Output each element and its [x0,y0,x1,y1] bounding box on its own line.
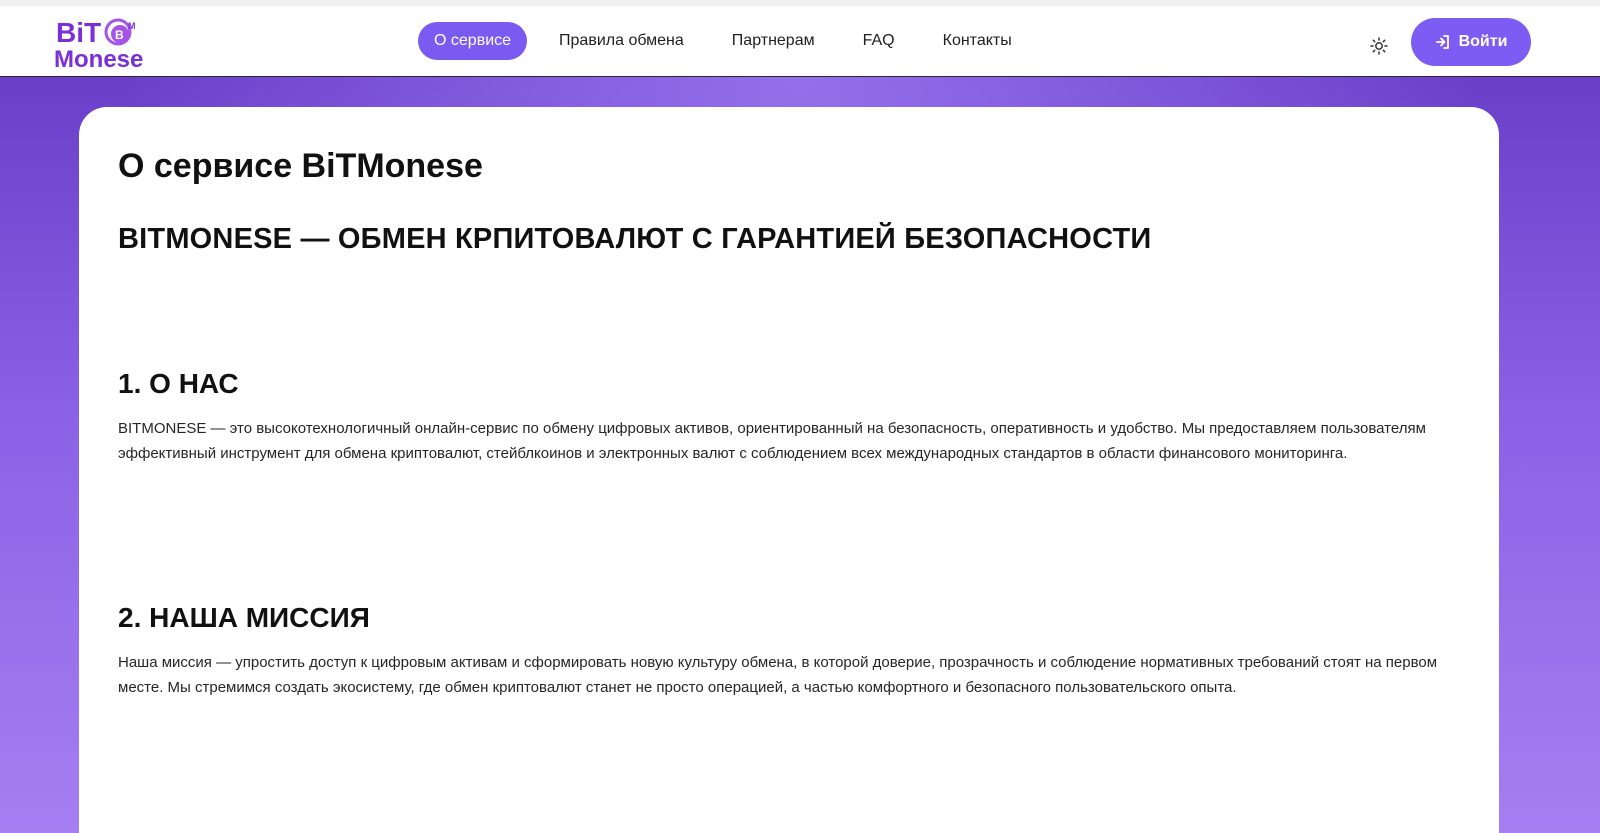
svg-text:M: M [128,21,136,31]
nav-item-exchange-rules[interactable]: Правила обмена [543,22,700,60]
bitmonese-logo[interactable]: BiT B M Monese [54,14,154,74]
site-header: BiT B M Monese О сервисе Правила обмена … [0,0,1600,77]
svg-text:BiT: BiT [56,17,101,48]
content-card: О сервисе BiTMonese BITMONESE — ОБМЕН КР… [79,107,1499,833]
nav-item-about[interactable]: О сервисе [418,22,528,60]
section-text-mission: Наша миссия — упростить доступ к цифровы… [118,654,1438,696]
theme-toggle-button[interactable] [1368,35,1390,57]
nav-item-partners[interactable]: Партнерам [716,22,831,60]
svg-text:B: B [115,28,124,42]
section-heading-about: 1. О НАС [118,368,239,399]
login-arrow-icon [1435,35,1449,49]
main-heading: BITMONESE — ОБМЕН КРПИТОВАЛЮТ С ГАРАНТИЕ… [118,223,1152,255]
nav-item-faq[interactable]: FAQ [847,22,911,60]
main-nav: О сервисе Правила обмена Партнерам FAQ К… [418,22,1044,60]
page-title: О сервисе BiTMonese [118,147,483,185]
login-label: Войти [1458,33,1508,50]
login-button[interactable]: Войти [1411,18,1531,66]
section-heading-mission: 2. НАША МИССИЯ [118,602,370,633]
svg-text:Monese: Monese [54,46,143,73]
nav-item-contacts[interactable]: Контакты [927,22,1028,60]
sun-icon [1370,37,1388,55]
section-text-about: BITMONESE — это высокотехнологичный онла… [118,420,1426,462]
